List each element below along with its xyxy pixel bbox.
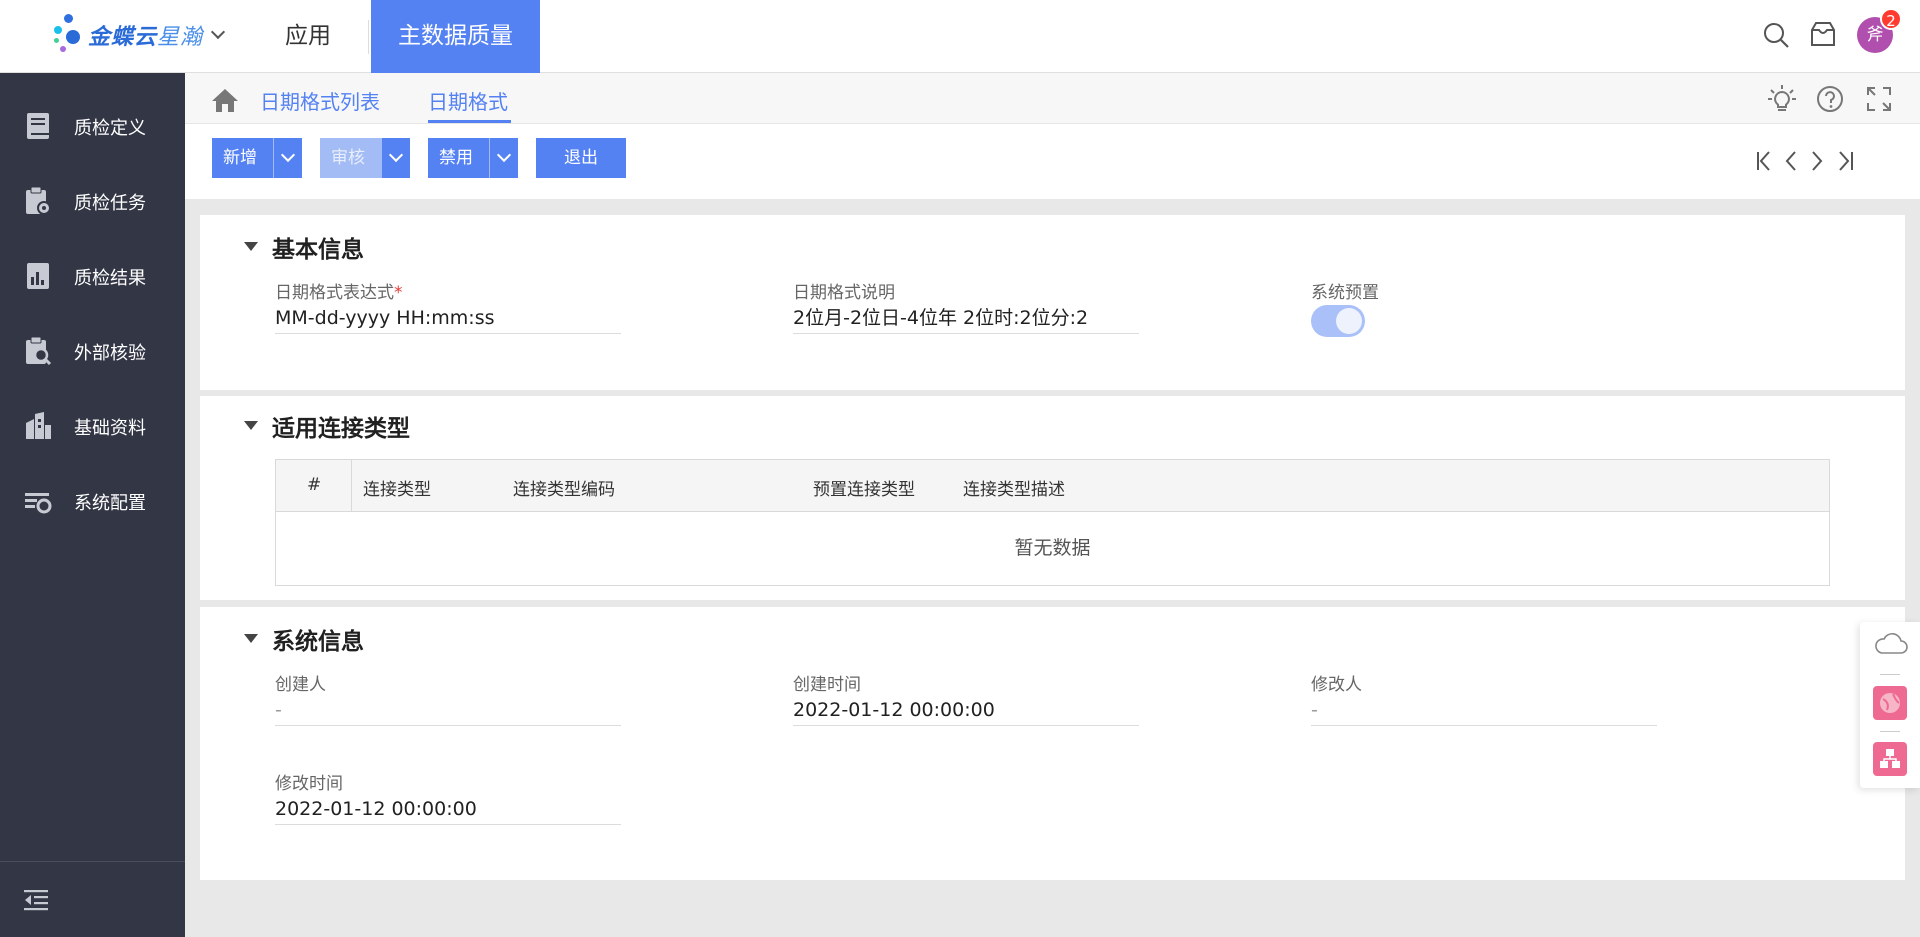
audit-button[interactable]: 审核	[320, 138, 410, 178]
field-label: 修改时间	[275, 774, 343, 794]
column-header-conn-type[interactable]: 连接类型	[363, 475, 431, 500]
system-preset-toggle[interactable]	[1311, 305, 1365, 337]
collapse-menu-icon	[24, 890, 48, 911]
field-label: 系统预置	[1311, 283, 1379, 303]
sidebar-item-quality-definition[interactable]: 质检定义	[0, 96, 185, 156]
date-format-expression-value[interactable]: MM-dd-yyyy HH:mm:ss	[275, 302, 621, 334]
app-logo[interactable]: 金蝶云星瀚	[52, 10, 242, 60]
date-format-description-field[interactable]: 日期格式说明 2位月-2位日-4位年 2位时:2位分:2	[793, 278, 1139, 334]
floating-tool-panel	[1860, 622, 1920, 788]
sidebar-item-external-verify[interactable]: 外部核验	[0, 321, 185, 381]
toolbar: 新增 审核 禁用 退出	[185, 124, 1920, 199]
sidebar-item-label: 质检结果	[74, 268, 146, 289]
home-icon[interactable]	[211, 87, 239, 113]
column-header-conn-type-code[interactable]: 连接类型编码	[513, 475, 615, 500]
collapse-triangle-icon[interactable]	[244, 634, 258, 643]
sidebar: 质检定义 质检任务 质检结果 外部核验 基础资料 系统配置	[0, 73, 185, 937]
clipboard-search-icon	[26, 336, 52, 366]
column-header-index[interactable]: #	[307, 475, 321, 495]
first-page-icon[interactable]	[1755, 150, 1775, 172]
sidebar-item-label: 基础资料	[74, 418, 146, 439]
chevron-down-icon[interactable]	[489, 138, 518, 178]
collapse-triangle-icon[interactable]	[244, 421, 258, 430]
section-title: 适用连接类型	[272, 416, 410, 442]
system-preset-field: 系统预置	[1311, 278, 1657, 303]
field-label: 修改人	[1311, 675, 1362, 695]
modified-time-value: 2022-01-12 00:00:00	[275, 793, 621, 825]
chevron-down-icon[interactable]	[381, 138, 410, 178]
section-title: 系统信息	[272, 629, 364, 655]
sidebar-item-system-config[interactable]: 系统配置	[0, 471, 185, 531]
sidebar-item-quality-task[interactable]: 质检任务	[0, 171, 185, 231]
chevron-down-icon[interactable]	[210, 24, 226, 40]
notification-badge: 2	[1880, 8, 1902, 30]
sidebar-item-quality-result[interactable]: 质检结果	[0, 246, 185, 306]
created-time-value: 2022-01-12 00:00:00	[793, 694, 1139, 726]
nav-apps[interactable]: 应用	[285, 0, 331, 73]
task-clipboard-icon	[26, 186, 51, 215]
field-label: 创建人	[275, 675, 326, 695]
field-label: 日期格式表达式*	[275, 283, 403, 303]
search-icon[interactable]	[1762, 21, 1790, 49]
sidebar-item-label: 系统配置	[74, 493, 146, 514]
exit-button[interactable]: 退出	[536, 138, 626, 178]
disable-button[interactable]: 禁用	[428, 138, 518, 178]
sidebar-item-basic-data[interactable]: 基础资料	[0, 396, 185, 456]
nav-master-data-quality[interactable]: 主数据质量	[371, 0, 540, 73]
system-info-section: 系统信息 创建人 - 创建时间 2022-01-12 00:00:00 修改人 …	[200, 607, 1905, 880]
active-tab-indicator	[428, 120, 511, 123]
last-page-icon[interactable]	[1835, 150, 1855, 172]
globe-app-icon[interactable]	[1873, 686, 1907, 720]
modified-time-field: 修改时间 2022-01-12 00:00:00	[275, 769, 621, 825]
column-divider	[351, 460, 352, 512]
panel-divider	[1880, 731, 1900, 732]
modifier-field: 修改人 -	[1311, 670, 1657, 726]
top-header: 金蝶云星瀚 应用 主数据质量 斧 2	[0, 0, 1920, 73]
field-label: 创建时间	[793, 675, 861, 695]
column-header-preset-conn-type[interactable]: 预置连接类型	[813, 475, 915, 500]
book-icon	[27, 113, 49, 139]
date-format-description-value[interactable]: 2位月-2位日-4位年 2位时:2位分:2	[793, 302, 1139, 334]
prev-page-icon[interactable]	[1783, 150, 1799, 172]
fullscreen-icon[interactable]	[1865, 85, 1893, 113]
field-label: 日期格式说明	[793, 283, 895, 303]
breadcrumb-date-format-list[interactable]: 日期格式列表	[260, 86, 380, 115]
created-time-field: 创建时间 2022-01-12 00:00:00	[793, 670, 1139, 726]
sidebar-item-label: 质检任务	[74, 193, 146, 214]
logo-text: 金蝶云星瀚	[88, 25, 204, 50]
chevron-down-icon[interactable]	[273, 138, 302, 178]
basic-info-section: 基本信息 日期格式表达式* MM-dd-yyyy HH:mm:ss 日期格式说明…	[200, 215, 1905, 390]
creator-value: -	[275, 694, 621, 726]
org-chart-icon[interactable]	[1873, 742, 1907, 776]
sidebar-item-label: 质检定义	[74, 118, 146, 139]
help-icon[interactable]	[1816, 85, 1844, 113]
breadcrumb-date-format[interactable]: 日期格式	[428, 86, 508, 115]
cloud-icon[interactable]	[1873, 632, 1909, 656]
empty-state-text: 暂无数据	[1014, 537, 1091, 559]
column-header-conn-type-desc[interactable]: 连接类型描述	[963, 475, 1065, 500]
building-icon	[26, 412, 51, 439]
lightbulb-icon[interactable]	[1768, 85, 1796, 113]
breadcrumb: 日期格式列表 日期格式	[185, 73, 1920, 124]
date-format-expression-field[interactable]: 日期格式表达式* MM-dd-yyyy HH:mm:ss	[275, 278, 621, 334]
report-icon	[27, 263, 49, 289]
section-title: 基本信息	[272, 237, 364, 263]
modifier-value: -	[1311, 694, 1657, 726]
sidebar-item-label: 外部核验	[74, 343, 146, 364]
connection-types-table: # 连接类型 连接类型编码 预置连接类型 连接类型描述 暂无数据	[275, 459, 1830, 586]
table-header: # 连接类型 连接类型编码 预置连接类型 连接类型描述	[276, 460, 1829, 512]
logo-mark-icon	[52, 10, 88, 60]
creator-field: 创建人 -	[275, 670, 621, 726]
collapse-triangle-icon[interactable]	[244, 242, 258, 251]
sidebar-collapse-button[interactable]	[0, 861, 185, 937]
next-page-icon[interactable]	[1809, 150, 1825, 172]
connection-types-section: 适用连接类型 # 连接类型 连接类型编码 预置连接类型 连接类型描述 暂无数据	[200, 396, 1905, 600]
settings-list-icon	[25, 493, 52, 514]
panel-divider	[1880, 674, 1900, 675]
mailbox-icon[interactable]	[1809, 20, 1837, 48]
add-button[interactable]: 新增	[212, 138, 302, 178]
nav-divider	[368, 20, 369, 54]
